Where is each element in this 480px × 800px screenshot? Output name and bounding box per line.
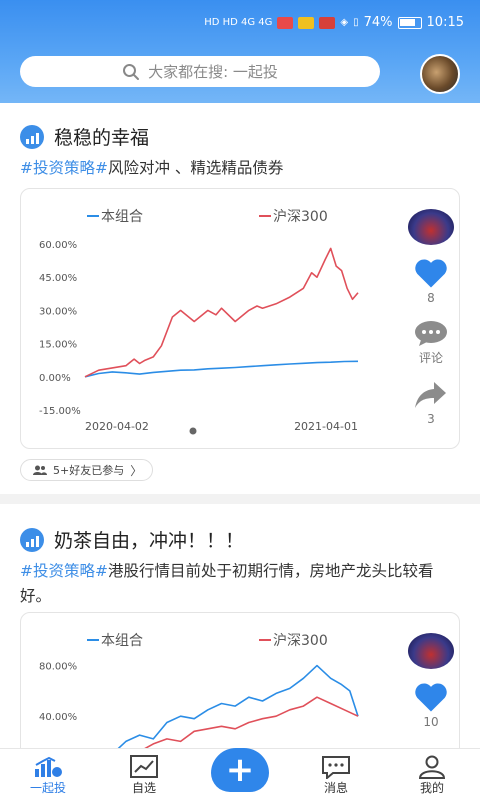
- legend-label: 沪深300: [273, 633, 328, 649]
- like-count: 10: [423, 715, 439, 729]
- y-tick-label: 40.00%: [39, 712, 77, 723]
- app-notification-icon: [277, 17, 294, 29]
- post-actions: 10: [403, 633, 459, 729]
- search-bar[interactable]: 大家都在搜: 一起投: [20, 56, 380, 87]
- author-avatar[interactable]: [408, 633, 454, 669]
- bar-chart-icon: [20, 124, 44, 149]
- battery-icon: [397, 17, 422, 29]
- battery-percent: 74%: [363, 15, 393, 30]
- carousel-dot: [189, 427, 197, 435]
- y-tick-label: 60.00%: [39, 240, 77, 251]
- app-header: HD HD 4G 4G ◈ ▯ 74% 10:15 大家都在搜: 一起投: [0, 0, 480, 103]
- comment-label: 评论: [418, 351, 443, 365]
- bar-chart-icon: [20, 527, 44, 552]
- post-title: 稳稳的幸福: [54, 127, 150, 149]
- tab-invest-together[interactable]: 一起投: [18, 755, 78, 796]
- legend-label: 本组合: [101, 633, 143, 649]
- x-tick-label: 2020-04-02: [85, 420, 149, 433]
- post-description: #投资策略#风险对冲 、精选精品债券: [20, 156, 460, 181]
- tab-label: 一起投: [29, 781, 66, 795]
- bar-chart-icon: [35, 756, 62, 777]
- tab-messages[interactable]: 消息: [306, 755, 366, 796]
- comment-icon[interactable]: [413, 319, 449, 347]
- signal-icon: HD HD 4G 4G: [204, 17, 273, 28]
- user-icon: [418, 755, 446, 779]
- mail-notification-icon: [298, 17, 315, 29]
- chart-card[interactable]: 本组合 沪深300 80.00% 40.00% 10: [20, 612, 460, 748]
- series-line: [144, 696, 359, 748]
- performance-chart: 本组合 沪深300 80.00% 40.00%: [39, 633, 359, 748]
- profile-avatar[interactable]: [420, 54, 460, 94]
- performance-chart: 本组合 沪深300 60.00% 45.00% 30.00% 15.00% 0.00% -15…: [39, 209, 359, 435]
- chevron-right-icon: 〉: [130, 463, 143, 478]
- series-line: [117, 664, 359, 748]
- legend-label: 本组合: [101, 209, 143, 225]
- message-icon: [322, 756, 350, 779]
- y-tick-label: 30.00%: [39, 306, 77, 317]
- post-text: 风险对冲 、精选精品债券: [107, 159, 284, 177]
- post-card: 奶茶自由，冲冲！！！ #投资策略#港股行情目前处于初期行情，房地产龙头比较看好。…: [0, 504, 480, 748]
- legend-label: 沪深300: [273, 209, 328, 225]
- chart-card[interactable]: 本组合 沪深300 60.00% 45.00% 30.00% 15.00% 0.00% -15…: [20, 188, 460, 449]
- series-line: [84, 247, 359, 378]
- tab-profile[interactable]: 我的: [402, 755, 462, 796]
- friends-text: 5+好友已参与: [53, 464, 125, 477]
- share-icon[interactable]: [414, 380, 448, 410]
- post-title-row: 奶茶自由，冲冲！！！: [20, 526, 244, 553]
- section-divider: [0, 494, 480, 504]
- trend-icon: [130, 755, 158, 778]
- clock: 10:15: [426, 15, 464, 30]
- post-card: 稳稳的幸福 #投资策略#风险对冲 、精选精品债券 本组合 沪深300 60.00% 4…: [0, 103, 480, 494]
- create-post-button[interactable]: +: [211, 748, 269, 792]
- topic-tag[interactable]: #投资策略#: [20, 159, 108, 177]
- post-actions: 8 评论 3: [403, 209, 459, 426]
- heart-icon[interactable]: [412, 257, 450, 289]
- wps-notification-icon: [319, 17, 336, 29]
- share-count: 3: [427, 412, 435, 426]
- tab-label: 我的: [419, 781, 444, 795]
- heart-icon[interactable]: [412, 681, 450, 713]
- post-description: #投资策略#港股行情目前处于初期行情，房地产龙头比较看好。: [20, 559, 460, 609]
- like-count: 8: [427, 291, 435, 305]
- post-title-row: 稳稳的幸福: [20, 123, 149, 150]
- y-tick-label: 80.00%: [39, 662, 77, 673]
- author-avatar[interactable]: [408, 209, 454, 245]
- series-line: [84, 360, 359, 378]
- y-tick-label: 45.00%: [39, 273, 77, 284]
- y-tick-label: 0.00%: [39, 373, 71, 384]
- y-tick-label: 15.00%: [39, 340, 77, 351]
- post-title: 奶茶自由，冲冲！！！: [54, 530, 245, 552]
- x-tick-label: 2021-04-01: [294, 420, 358, 433]
- topic-tag[interactable]: #投资策略#: [20, 562, 108, 580]
- status-bar: HD HD 4G 4G ◈ ▯ 74% 10:15: [0, 0, 480, 52]
- friends-joined-button[interactable]: 5+好友已参与 〉: [20, 459, 154, 481]
- y-tick-label: -15.00%: [39, 406, 81, 417]
- group-icon: [33, 465, 47, 475]
- tab-watchlist[interactable]: 自选: [114, 755, 174, 796]
- nfc-icon: ◈: [340, 17, 349, 28]
- vibrate-icon: ▯: [353, 17, 359, 28]
- search-placeholder: 大家都在搜: 一起投: [148, 63, 278, 81]
- tab-label: 自选: [131, 781, 156, 795]
- tab-label: 消息: [323, 781, 348, 795]
- search-icon: [123, 63, 140, 80]
